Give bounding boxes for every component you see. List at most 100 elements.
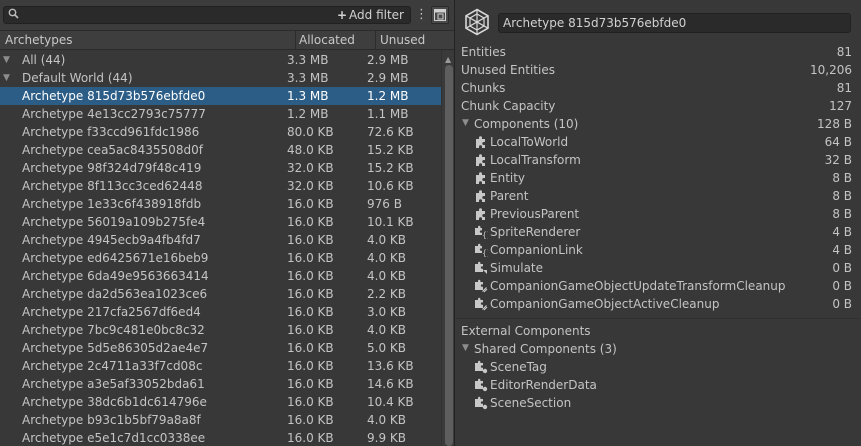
component-row[interactable]: LocalToWorld 64 B xyxy=(474,133,852,151)
search-icon xyxy=(8,8,19,22)
expand-arrow-icon[interactable]: ▼ xyxy=(3,51,10,69)
archetype-list: ▼ All (44) 3.3 MB 2.9 MB ▼ Default World… xyxy=(0,51,441,446)
shared-component-icon xyxy=(474,396,488,410)
component-size: 4 B xyxy=(832,225,852,239)
shared-component-icon xyxy=(474,360,488,374)
component-name: PreviousParent xyxy=(490,207,580,221)
table-row[interactable]: Archetype e5e1c7d1cc0338ee 16.0 KB 9.9 KB xyxy=(0,429,441,446)
column-allocated[interactable]: Allocated xyxy=(299,31,355,50)
stat-chunks: Chunks 81 xyxy=(461,81,852,95)
managed-component-icon: {} xyxy=(474,243,491,258)
shared-component-name: SceneTag xyxy=(490,360,547,374)
expand-arrow-icon[interactable]: ▼ xyxy=(3,69,10,87)
inspector-panel: Archetype 815d73b576ebfde0 Entities 81 Un… xyxy=(456,0,861,446)
scrollbar-thumb[interactable] xyxy=(445,65,453,446)
component-name: Simulate xyxy=(490,261,544,275)
table-row[interactable]: Archetype 2c4711a33f7cd08c 16.0 KB 13.6 KB xyxy=(0,357,441,375)
shared-component-icon xyxy=(474,378,488,392)
svg-text:{}: {} xyxy=(482,231,488,240)
component-row[interactable]: Entity 8 B xyxy=(474,169,852,187)
shared-component-row[interactable]: SceneSection xyxy=(474,394,852,412)
table-row[interactable]: Archetype 5d5e86305d2ae4e7 16.0 KB 5.0 KB xyxy=(0,339,441,357)
add-filter-button[interactable]: + Add filter xyxy=(337,8,404,22)
component-name: Parent xyxy=(490,189,529,203)
archetype-name-field[interactable]: Archetype 815d73b576ebfde0 xyxy=(498,13,851,33)
archetypes-toolbar: + Add filter ⋮ xyxy=(0,0,454,30)
puzzle-icon xyxy=(474,135,488,149)
stat-entities: Entities 81 xyxy=(461,45,852,59)
vertical-scrollbar[interactable]: ▲ xyxy=(441,51,454,446)
component-row[interactable]: {}SpriteRenderer 4 B xyxy=(474,223,852,241)
open-window-button[interactable] xyxy=(431,6,449,24)
window-icon xyxy=(434,9,446,21)
table-row[interactable]: Archetype 6da49e9563663414 16.0 KB 4.0 KB xyxy=(0,267,441,285)
tag-component-icon xyxy=(474,261,488,275)
component-row[interactable]: {}CompanionLink 4 B xyxy=(474,241,852,259)
component-name: Entity xyxy=(490,171,526,185)
column-divider[interactable] xyxy=(295,31,296,50)
shared-component-name: EditorRenderData xyxy=(490,378,597,392)
component-row[interactable]: CompanionGameObjectActiveCleanup 0 B xyxy=(474,295,852,313)
component-name: CompanionGameObjectUpdateTransformCleanu… xyxy=(490,279,786,293)
svg-text:{}: {} xyxy=(482,249,488,258)
tree-row-all[interactable]: ▼ All (44) 3.3 MB 2.9 MB xyxy=(0,51,441,69)
table-row[interactable]: Archetype 4945ecb9a4fb4fd7 16.0 KB 4.0 KB xyxy=(0,231,441,249)
cleanup-component-icon xyxy=(474,279,488,293)
shared-component-row[interactable]: EditorRenderData xyxy=(474,376,852,394)
component-row[interactable]: LocalTransform 32 B xyxy=(474,151,852,169)
component-row[interactable]: PreviousParent 8 B xyxy=(474,205,852,223)
column-header: Archetypes Allocated Unused xyxy=(0,30,454,50)
component-size: 32 B xyxy=(824,153,852,167)
stat-unused-entities: Unused Entities 10,206 xyxy=(461,63,852,77)
more-options-icon[interactable]: ⋮ xyxy=(415,6,428,24)
table-row[interactable]: Archetype 38dc6b1dc614796e 16.0 KB 10.4 KB xyxy=(0,393,441,411)
table-row[interactable]: Archetype 8f113cc3ced62448 32.0 KB 10.6 KB xyxy=(0,177,441,195)
table-row[interactable]: Archetype b93c1b5bf79a8a8f 16.0 KB 4.0 KB xyxy=(0,411,441,429)
expand-arrow-icon[interactable]: ▼ xyxy=(462,343,469,353)
table-row[interactable]: Archetype 7bc9c481e0bc8c32 16.0 KB 4.0 KB xyxy=(0,321,441,339)
component-name: LocalTransform xyxy=(490,153,581,167)
table-row[interactable]: Archetype 56019a109b275fe4 16.0 KB 10.1 KB xyxy=(0,213,441,231)
stat-chunk-capacity: Chunk Capacity 127 xyxy=(461,99,852,113)
puzzle-icon xyxy=(474,189,488,203)
search-input[interactable]: + Add filter xyxy=(3,6,411,24)
table-row[interactable]: Archetype ed6425671e16beb9 16.0 KB 4.0 KB xyxy=(0,249,441,267)
column-unused[interactable]: Unused xyxy=(380,31,425,50)
component-row[interactable]: Parent 8 B xyxy=(474,187,852,205)
puzzle-icon xyxy=(474,171,488,185)
table-row[interactable]: Archetype cea5ac8435508d0f 48.0 KB 15.2 KB xyxy=(0,141,441,159)
external-components-title: External Components xyxy=(461,324,591,338)
managed-component-icon: {} xyxy=(474,225,491,240)
shared-component-name: SceneSection xyxy=(490,396,572,410)
table-row[interactable]: Archetype a3e5af33052bda61 16.0 KB 14.6 KB xyxy=(0,375,441,393)
component-name: CompanionGameObjectActiveCleanup xyxy=(490,297,720,311)
table-row[interactable]: Archetype 1e33c6f438918fdb 16.0 KB 976 B xyxy=(0,195,441,213)
components-foldout[interactable]: Components (10) 128 B xyxy=(474,115,852,133)
table-row[interactable]: Archetype da2d563ea1023ce6 16.0 KB 2.2 KB xyxy=(0,285,441,303)
table-row[interactable]: Archetype 217cfa2567df6ed4 16.0 KB 3.0 KB xyxy=(0,303,441,321)
component-size: 0 B xyxy=(832,279,852,293)
puzzle-icon xyxy=(474,207,488,221)
component-row[interactable]: Simulate 0 B xyxy=(474,259,852,277)
component-size: 8 B xyxy=(832,171,852,185)
table-row[interactable]: Archetype f33ccd961fdc1986 80.0 KB 72.6 KB xyxy=(0,123,441,141)
scroll-up-icon[interactable]: ▲ xyxy=(445,55,451,64)
archetype-icon xyxy=(465,8,489,36)
table-row[interactable]: Archetype 4e13cc2793c75777 1.2 MB 1.1 MB xyxy=(0,105,441,123)
component-name: CompanionLink xyxy=(490,243,583,257)
column-divider[interactable] xyxy=(375,31,376,50)
table-row-selected[interactable]: Archetype 815d73b576ebfde0 1.3 MB 1.2 MB xyxy=(0,87,441,105)
column-archetypes[interactable]: Archetypes xyxy=(5,31,73,50)
shared-components-foldout[interactable]: Shared Components (3) xyxy=(474,340,617,358)
component-size: 0 B xyxy=(832,297,852,311)
shared-component-row[interactable]: SceneTag xyxy=(474,358,852,376)
cleanup-component-icon xyxy=(474,297,488,311)
component-size: 4 B xyxy=(832,243,852,257)
table-row[interactable]: Archetype 98f324d79f48c419 32.0 KB 15.2 KB xyxy=(0,159,441,177)
archetypes-panel: + Add filter ⋮ Archetypes Allocated Unuse… xyxy=(0,0,455,446)
component-size: 0 B xyxy=(832,261,852,275)
plus-icon: + xyxy=(336,8,348,22)
component-row[interactable]: CompanionGameObjectUpdateTransformCleanu… xyxy=(474,277,852,295)
expand-arrow-icon[interactable]: ▼ xyxy=(462,118,469,128)
tree-row-world[interactable]: ▼ Default World (44) 3.3 MB 2.9 MB xyxy=(0,69,441,87)
